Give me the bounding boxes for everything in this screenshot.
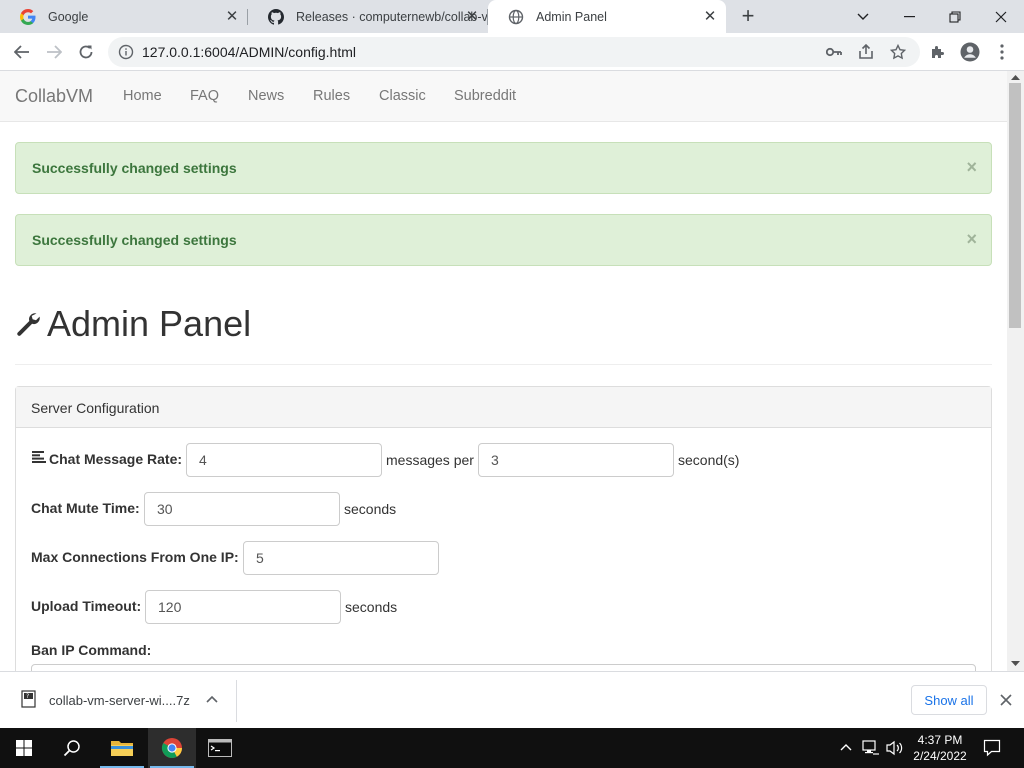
chat-mute-time-label: Chat Mute Time: xyxy=(31,500,140,516)
page-scrollbar[interactable] xyxy=(1007,71,1024,671)
window-close-icon[interactable] xyxy=(978,0,1024,33)
extensions-puzzle-icon[interactable] xyxy=(926,40,950,64)
close-icon[interactable]: ✕ xyxy=(224,9,240,25)
back-arrow-icon[interactable] xyxy=(10,40,34,64)
share-icon[interactable] xyxy=(854,40,878,64)
site-navbar: CollabVM Home FAQ News Rules Classic Sub… xyxy=(0,71,1007,122)
restore-icon[interactable] xyxy=(932,0,978,33)
upload-timeout-label: Upload Timeout: xyxy=(31,598,142,614)
svg-text:?: ? xyxy=(26,693,29,700)
info-icon[interactable] xyxy=(118,44,134,60)
system-clock[interactable]: 4:37 PM 2/24/2022 xyxy=(910,732,970,764)
divider xyxy=(15,364,992,365)
tab-google[interactable]: Google ✕ xyxy=(0,0,248,33)
seconds-unit-text: second(s) xyxy=(678,452,740,468)
chat-seconds-input[interactable] xyxy=(478,443,674,477)
ban-ip-command-input[interactable] xyxy=(31,664,976,671)
panel-heading: Server Configuration xyxy=(16,387,991,428)
google-icon xyxy=(20,8,36,25)
start-windows-icon[interactable] xyxy=(0,728,48,768)
panel-title: Server Configuration xyxy=(31,400,160,416)
align-left-icon xyxy=(32,451,46,463)
browser-tab-strip: Google ✕ Releases · computernewb/collab-… xyxy=(0,0,1024,33)
tab-title: Google xyxy=(48,9,89,24)
forward-arrow-icon[interactable] xyxy=(42,40,66,64)
github-icon xyxy=(268,8,284,25)
page-heading: Admin Panel xyxy=(15,303,251,345)
chat-message-rate-label: Chat Message Rate: xyxy=(49,451,183,467)
page-viewport: CollabVM Home FAQ News Rules Classic Sub… xyxy=(0,71,1024,671)
chevron-up-icon[interactable] xyxy=(205,692,219,706)
address-bar[interactable]: 127.0.0.1:6004/ADMIN/config.html xyxy=(108,37,920,67)
success-alert: Successfully changed settings × xyxy=(15,214,992,266)
wrench-icon xyxy=(17,313,40,336)
url-text: 127.0.0.1:6004/ADMIN/config.html xyxy=(142,44,357,60)
tab-title: Admin Panel xyxy=(536,9,607,24)
terminal-icon[interactable] xyxy=(196,728,244,768)
page-title: Admin Panel xyxy=(47,303,252,344)
ban-ip-command-label: Ban IP Command: xyxy=(31,642,152,658)
divider xyxy=(236,680,237,722)
download-bar: ? collab-vm-server-wi....7z Show all xyxy=(0,671,1024,728)
nav-link-news[interactable]: News xyxy=(248,88,284,104)
nav-link-faq[interactable]: FAQ xyxy=(190,88,219,104)
globe-icon xyxy=(508,9,524,24)
alert-message: Successfully changed settings xyxy=(32,160,237,176)
profile-avatar-icon[interactable] xyxy=(958,40,982,64)
max-connections-label: Max Connections From One IP: xyxy=(31,549,239,565)
nav-link-classic[interactable]: Classic xyxy=(379,88,426,104)
tab-search-chevron-icon[interactable] xyxy=(840,0,886,33)
reload-icon[interactable] xyxy=(74,40,98,64)
clock-date: 2/24/2022 xyxy=(913,749,967,763)
windows-taskbar: 4:37 PM 2/24/2022 xyxy=(0,728,1024,768)
search-icon[interactable] xyxy=(48,728,96,768)
minimize-icon[interactable] xyxy=(886,0,932,33)
close-icon[interactable]: ✕ xyxy=(464,9,480,25)
clock-time: 4:37 PM xyxy=(917,733,963,747)
max-connections-input[interactable] xyxy=(243,541,439,575)
server-configuration-panel: Server Configuration Chat Message Rate: … xyxy=(15,386,992,671)
site-brand[interactable]: CollabVM xyxy=(15,86,93,107)
scroll-up-icon[interactable] xyxy=(1011,73,1020,82)
volume-icon[interactable] xyxy=(886,740,904,756)
close-icon[interactable] xyxy=(998,692,1014,708)
tab-title: Releases · computernewb/collab-vm-server xyxy=(296,9,488,24)
bookmark-star-icon[interactable] xyxy=(886,40,910,64)
browser-toolbar: 127.0.0.1:6004/ADMIN/config.html xyxy=(0,33,1024,71)
notification-icon[interactable] xyxy=(983,739,1001,757)
tab-releases[interactable]: Releases · computernewb/collab-vm-server… xyxy=(248,0,488,33)
chevron-up-icon[interactable] xyxy=(840,743,852,751)
nav-link-subreddit[interactable]: Subreddit xyxy=(454,88,516,104)
download-filename[interactable]: collab-vm-server-wi....7z xyxy=(49,693,190,708)
messages-per-text: messages per xyxy=(386,452,474,468)
new-tab-plus-icon[interactable]: + xyxy=(736,5,760,29)
show-all-button[interactable]: Show all xyxy=(911,685,987,715)
scrollbar-thumb[interactable] xyxy=(1009,83,1021,328)
nav-link-rules[interactable]: Rules xyxy=(313,88,350,104)
alert-message: Successfully changed settings xyxy=(32,232,237,248)
alert-close-icon[interactable]: × xyxy=(966,157,977,178)
success-alert: Successfully changed settings × xyxy=(15,142,992,194)
tab-admin-panel[interactable]: Admin Panel ✕ xyxy=(488,0,726,33)
alert-close-icon[interactable]: × xyxy=(966,229,977,250)
file-explorer-folder-icon[interactable] xyxy=(98,728,146,768)
file-icon: ? xyxy=(21,690,36,708)
key-icon[interactable] xyxy=(822,40,846,64)
mute-seconds-text: seconds xyxy=(344,501,397,517)
menu-kebab-icon[interactable] xyxy=(990,40,1014,64)
chat-mute-time-input[interactable] xyxy=(144,492,340,526)
upload-seconds-text: seconds xyxy=(345,599,398,615)
chrome-icon[interactable] xyxy=(148,728,196,768)
network-icon[interactable] xyxy=(862,740,880,756)
upload-timeout-input[interactable] xyxy=(145,590,341,624)
scroll-down-icon[interactable] xyxy=(1011,659,1020,668)
chat-messages-input[interactable] xyxy=(186,443,382,477)
close-icon[interactable]: ✕ xyxy=(702,9,718,25)
nav-link-home[interactable]: Home xyxy=(123,88,162,104)
